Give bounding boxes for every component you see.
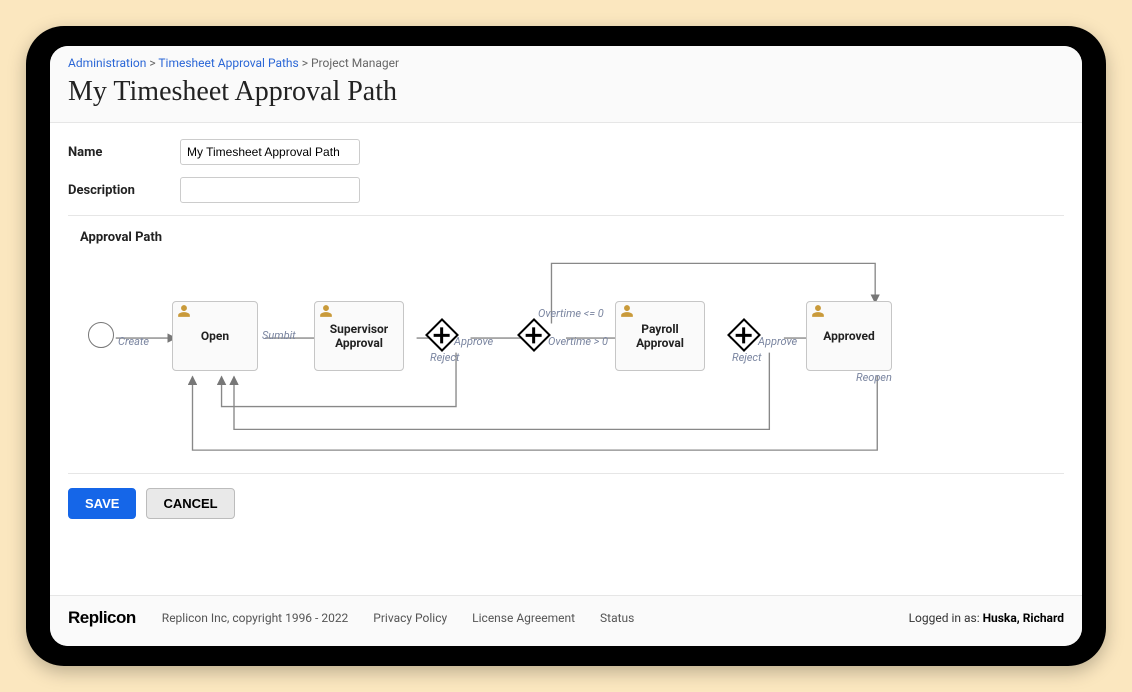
breadcrumb-administration[interactable]: Administration bbox=[68, 56, 146, 70]
edge-reject-2: Reject bbox=[732, 351, 762, 364]
content-area: Name Description Approval Path bbox=[50, 123, 1082, 595]
node-supervisor-approval[interactable]: Supervisor Approval bbox=[314, 301, 404, 371]
logged-in-user: Huska, Richard bbox=[983, 611, 1064, 625]
breadcrumb-timesheet-approval-paths[interactable]: Timesheet Approval Paths bbox=[158, 56, 298, 70]
page-header: Administration > Timesheet Approval Path… bbox=[50, 46, 1082, 123]
separator bbox=[68, 473, 1064, 474]
footer-copyright: Replicon Inc, copyright 1996 - 2022 bbox=[162, 611, 349, 625]
start-event[interactable] bbox=[88, 322, 114, 348]
approval-path-label: Approval Path bbox=[80, 230, 1064, 245]
page-footer: Replicon Replicon Inc, copyright 1996 - … bbox=[50, 595, 1082, 646]
description-label: Description bbox=[68, 183, 180, 198]
node-approved[interactable]: Approved bbox=[806, 301, 892, 371]
edge-reopen: Reopen bbox=[856, 371, 892, 384]
approval-path-diagram[interactable]: Open Supervisor Approval bbox=[68, 253, 1064, 463]
node-payroll-approval[interactable]: Payroll Approval bbox=[615, 301, 705, 371]
edge-overtime-gt0: Overtime > 0 bbox=[548, 335, 608, 348]
name-label: Name bbox=[68, 145, 180, 160]
edge-create: Create bbox=[118, 335, 149, 348]
name-input[interactable] bbox=[180, 139, 360, 165]
footer-license-link[interactable]: License Agreement bbox=[472, 611, 575, 625]
tablet-frame: Administration > Timesheet Approval Path… bbox=[26, 26, 1106, 666]
node-open[interactable]: Open bbox=[172, 301, 258, 371]
footer-status-link[interactable]: Status bbox=[600, 611, 634, 625]
description-input[interactable] bbox=[180, 177, 360, 203]
brand-logo: Replicon bbox=[68, 608, 136, 628]
page-title: My Timesheet Approval Path bbox=[68, 76, 1064, 108]
save-button[interactable]: SAVE bbox=[68, 488, 136, 519]
edge-reject-1: Reject bbox=[430, 351, 460, 364]
edge-submit: Sumbit bbox=[262, 329, 296, 342]
app-screen: Administration > Timesheet Approval Path… bbox=[50, 46, 1082, 646]
logged-in-as: Logged in as: Huska, Richard bbox=[909, 611, 1064, 625]
breadcrumb-current: Project Manager bbox=[311, 56, 399, 70]
cancel-button[interactable]: CANCEL bbox=[146, 488, 234, 519]
edge-approve-2: Approve bbox=[758, 335, 797, 348]
footer-privacy-link[interactable]: Privacy Policy bbox=[373, 611, 447, 625]
edge-overtime-le0: Overtime <= 0 bbox=[538, 307, 604, 320]
breadcrumb: Administration > Timesheet Approval Path… bbox=[68, 56, 1064, 70]
separator bbox=[68, 215, 1064, 216]
edge-approve-1: Approve bbox=[454, 335, 493, 348]
